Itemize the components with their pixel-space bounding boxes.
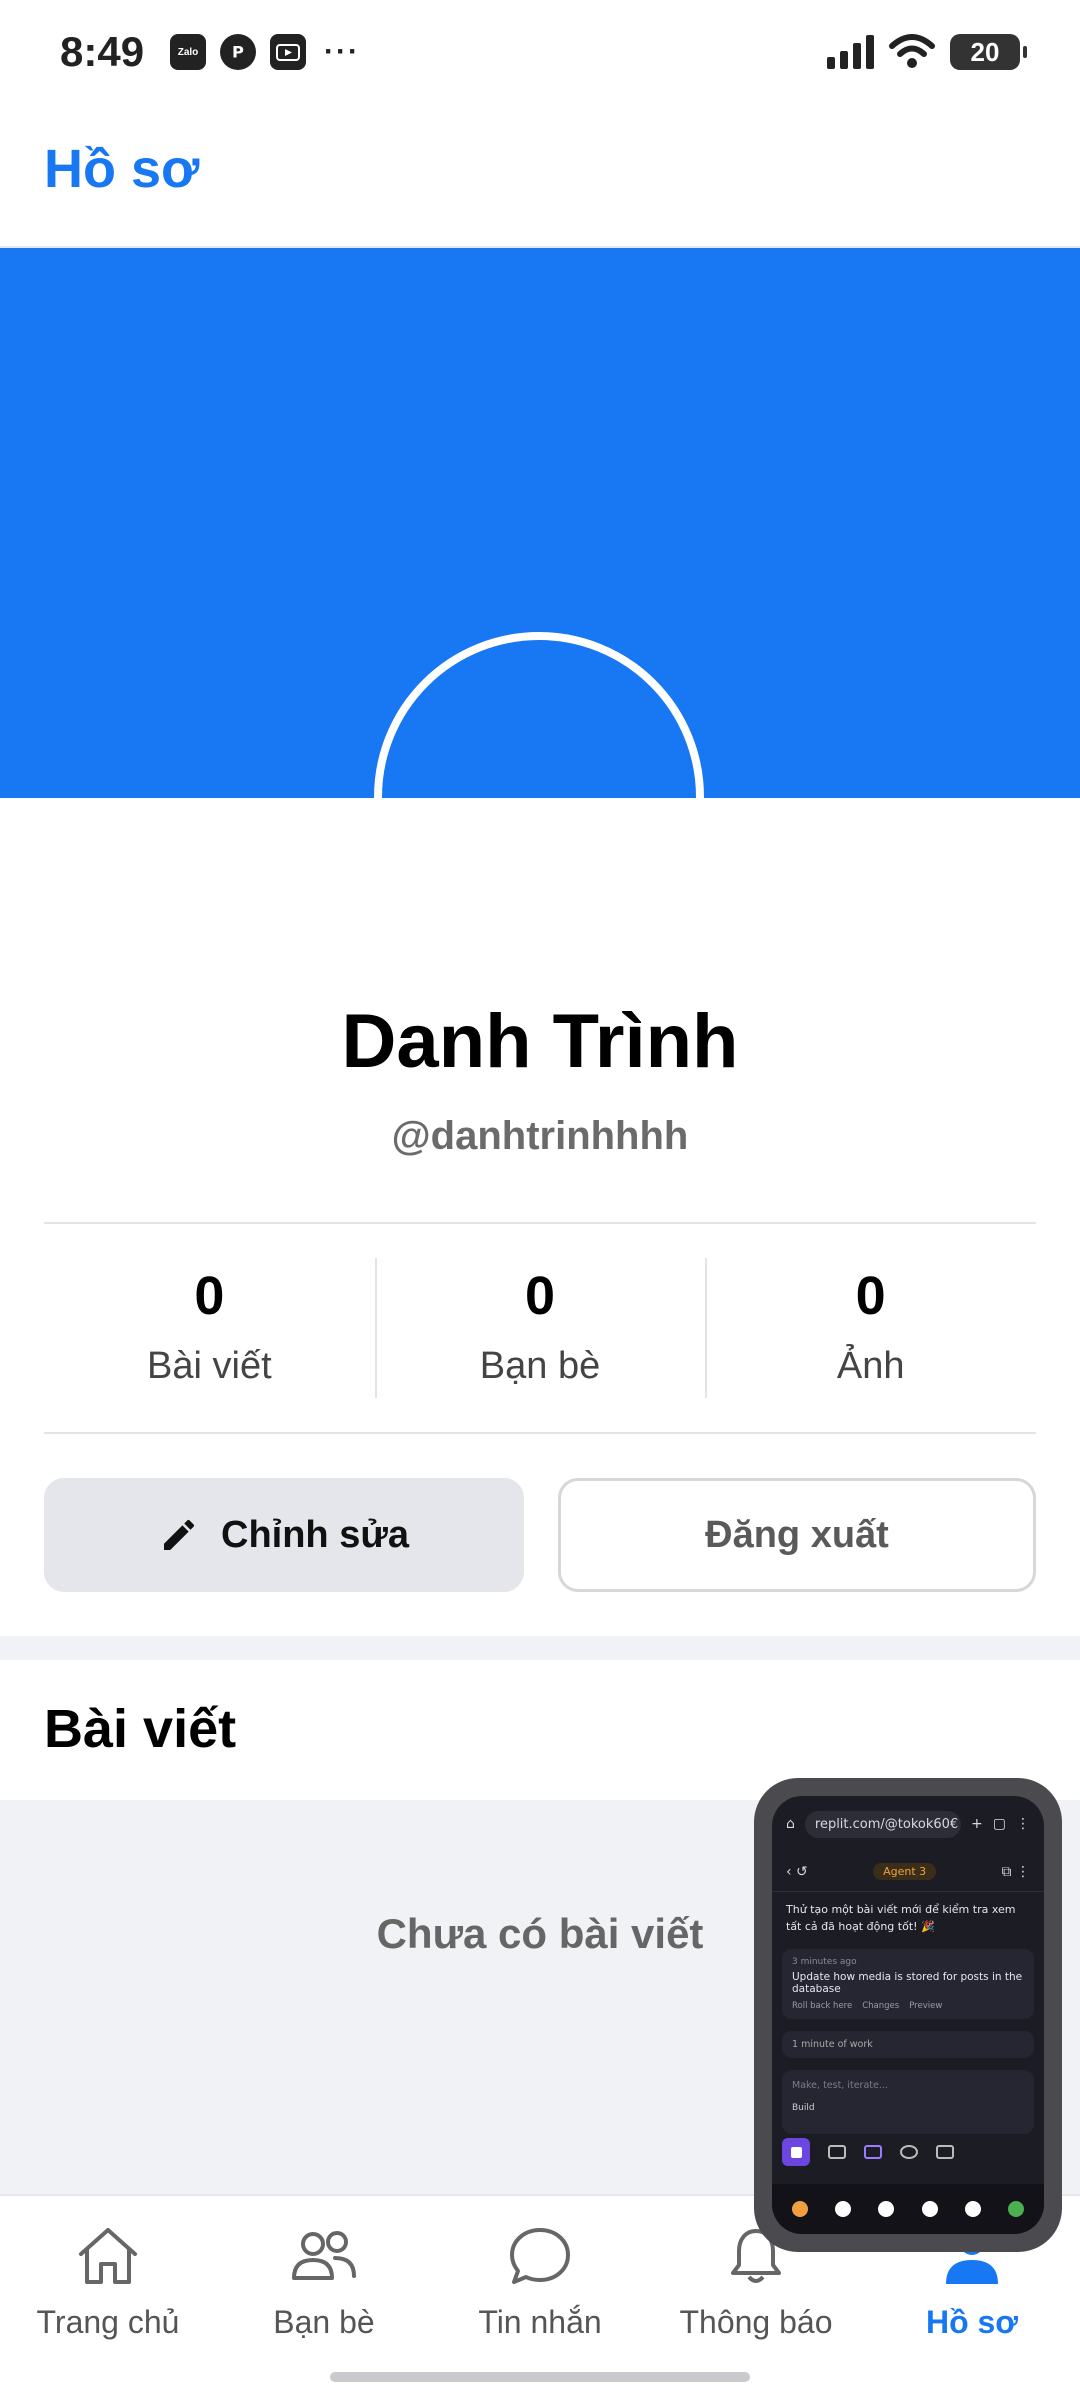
pip-chip: Preview	[909, 2001, 943, 2011]
pip-agent-badge: Agent 3	[873, 1863, 937, 1880]
posts-section-title: Bài viết	[44, 1699, 237, 1759]
profile-name: Danh Trình	[341, 999, 739, 1084]
pip-app-dot	[921, 2201, 938, 2217]
pip-url-field: replit.com/@tokok60€	[804, 1810, 962, 1838]
pip-globe-icon	[900, 2145, 918, 2159]
status-bar: 8:49 Zalo P ··· 20	[0, 0, 1080, 104]
nav-item-messages[interactable]: Tin nhắn	[432, 2218, 648, 2341]
friends-icon	[286, 2218, 362, 2294]
cellular-signal-icon	[827, 35, 874, 69]
stat-friends[interactable]: 0 Bạn bè	[374, 1224, 706, 1432]
stat-value: 0	[524, 1265, 556, 1326]
status-indicators: 20	[827, 34, 1027, 70]
edit-profile-label: Chỉnh sửa	[221, 1513, 409, 1556]
nav-item-home[interactable]: Trang chủ	[0, 2218, 216, 2341]
pip-app-dot	[964, 2201, 981, 2217]
stat-value: 0	[855, 1265, 886, 1326]
zalo-icon: Zalo	[170, 34, 206, 70]
pip-chips: Roll back here Changes Preview	[792, 2001, 1024, 2011]
nav-label: Tin nhắn	[478, 2304, 602, 2340]
avatar[interactable]	[374, 632, 704, 798]
pip-system-nav	[772, 2184, 1044, 2234]
edit-profile-button[interactable]: Chỉnh sửa	[44, 1478, 524, 1592]
pip-input-placeholder: Make, test, iterate...	[792, 2080, 888, 2091]
pip-prompt-input: Make, test, iterate... Build	[782, 2070, 1034, 2134]
pip-plus-icon: +	[971, 1816, 983, 1832]
pip-card-time: 3 minutes ago	[792, 1957, 857, 1967]
pip-monitor-icon	[828, 2145, 846, 2159]
nav-label: Trang chủ	[36, 2304, 180, 2340]
pip-actions-icon: ⧉ ⋮	[1001, 1863, 1030, 1880]
status-time: 8:49	[60, 28, 145, 75]
picture-in-picture-window[interactable]: ⌂ replit.com/@tokok60€ + ▢ ⋮ ‹ ↺ Agent 3…	[754, 1778, 1062, 2252]
pip-terminal-icon	[936, 2145, 954, 2159]
more-notifications-icon: ···	[324, 35, 360, 68]
pip-chip: Roll back here	[792, 2001, 853, 2011]
logout-button[interactable]: Đăng xuất	[558, 1478, 1036, 1592]
pip-toolbar	[782, 2134, 1034, 2170]
home-indicator[interactable]	[330, 2372, 750, 2382]
pip-card-title: Update how media is stored for posts in …	[792, 1971, 1023, 1995]
section-divider	[0, 1636, 1080, 1660]
stat-photos[interactable]: 0 Ảnh	[705, 1224, 1036, 1432]
chat-icon	[502, 2218, 578, 2294]
stat-label: Bạn bè	[479, 1344, 601, 1387]
stat-label: Bài viết	[147, 1344, 272, 1387]
pip-grid-icon	[864, 2145, 882, 2159]
pencil-icon	[164, 1519, 195, 1550]
nav-label: Thông báo	[679, 2304, 833, 2340]
stat-label: Ảnh	[836, 1344, 905, 1387]
pip-checkpoint-card: 3 minutes ago Update how media is stored…	[782, 1949, 1034, 2019]
pip-menu-icon: ⋮	[1016, 1816, 1030, 1832]
pip-stop-icon	[782, 2138, 810, 2166]
nav-label: Hồ sơ	[925, 2304, 1019, 2340]
stat-value: 0	[194, 1265, 225, 1326]
nav-item-friends[interactable]: Bạn bè	[216, 2218, 432, 2341]
home-icon	[70, 2218, 146, 2294]
pip-message: Thử tạo một bài viết mới để kiểm tra xem…	[786, 1903, 1016, 1933]
profile-handle: @danhtrinhhhh	[391, 1114, 689, 1158]
pip-chip: Changes	[862, 2001, 900, 2011]
profile-stats: 0 Bài viết 0 Bạn bè 0 Ảnh	[44, 1222, 1036, 1434]
pip-app-dot	[791, 2201, 808, 2217]
pip-app-bar: ‹ ↺ Agent 3 ⧉ ⋮	[772, 1852, 1044, 1892]
pip-app-dot	[1008, 2201, 1025, 2217]
pip-app-dot	[878, 2201, 895, 2217]
pip-back-icon: ‹ ↺	[786, 1863, 808, 1880]
cover-photo[interactable]	[0, 248, 1080, 798]
pinterest-icon: P	[220, 34, 256, 70]
pip-screen: ⌂ replit.com/@tokok60€ + ▢ ⋮ ‹ ↺ Agent 3…	[772, 1796, 1044, 2234]
svg-text:P: P	[232, 42, 244, 61]
wifi-icon	[889, 34, 935, 68]
stat-posts[interactable]: 0 Bài viết	[44, 1224, 375, 1432]
pip-browser-bar: ⌂ replit.com/@tokok60€ + ▢ ⋮	[772, 1796, 1044, 1852]
pip-build-label: Build	[792, 2103, 815, 2113]
pip-app-dot	[834, 2201, 851, 2217]
status-app-icons: Zalo P ···	[170, 34, 360, 70]
app-header: Hồ sơ	[0, 104, 1080, 248]
pip-tabs-icon: ▢	[992, 1816, 1006, 1832]
battery-icon: 20	[950, 34, 1027, 70]
slideshow-app-icon	[270, 34, 306, 70]
page-title: Hồ sơ	[44, 139, 200, 199]
nav-label: Bạn bè	[273, 2304, 375, 2340]
pip-work-summary: 1 minute of work	[782, 2031, 1034, 2058]
pip-home-icon: ⌂	[786, 1816, 795, 1832]
